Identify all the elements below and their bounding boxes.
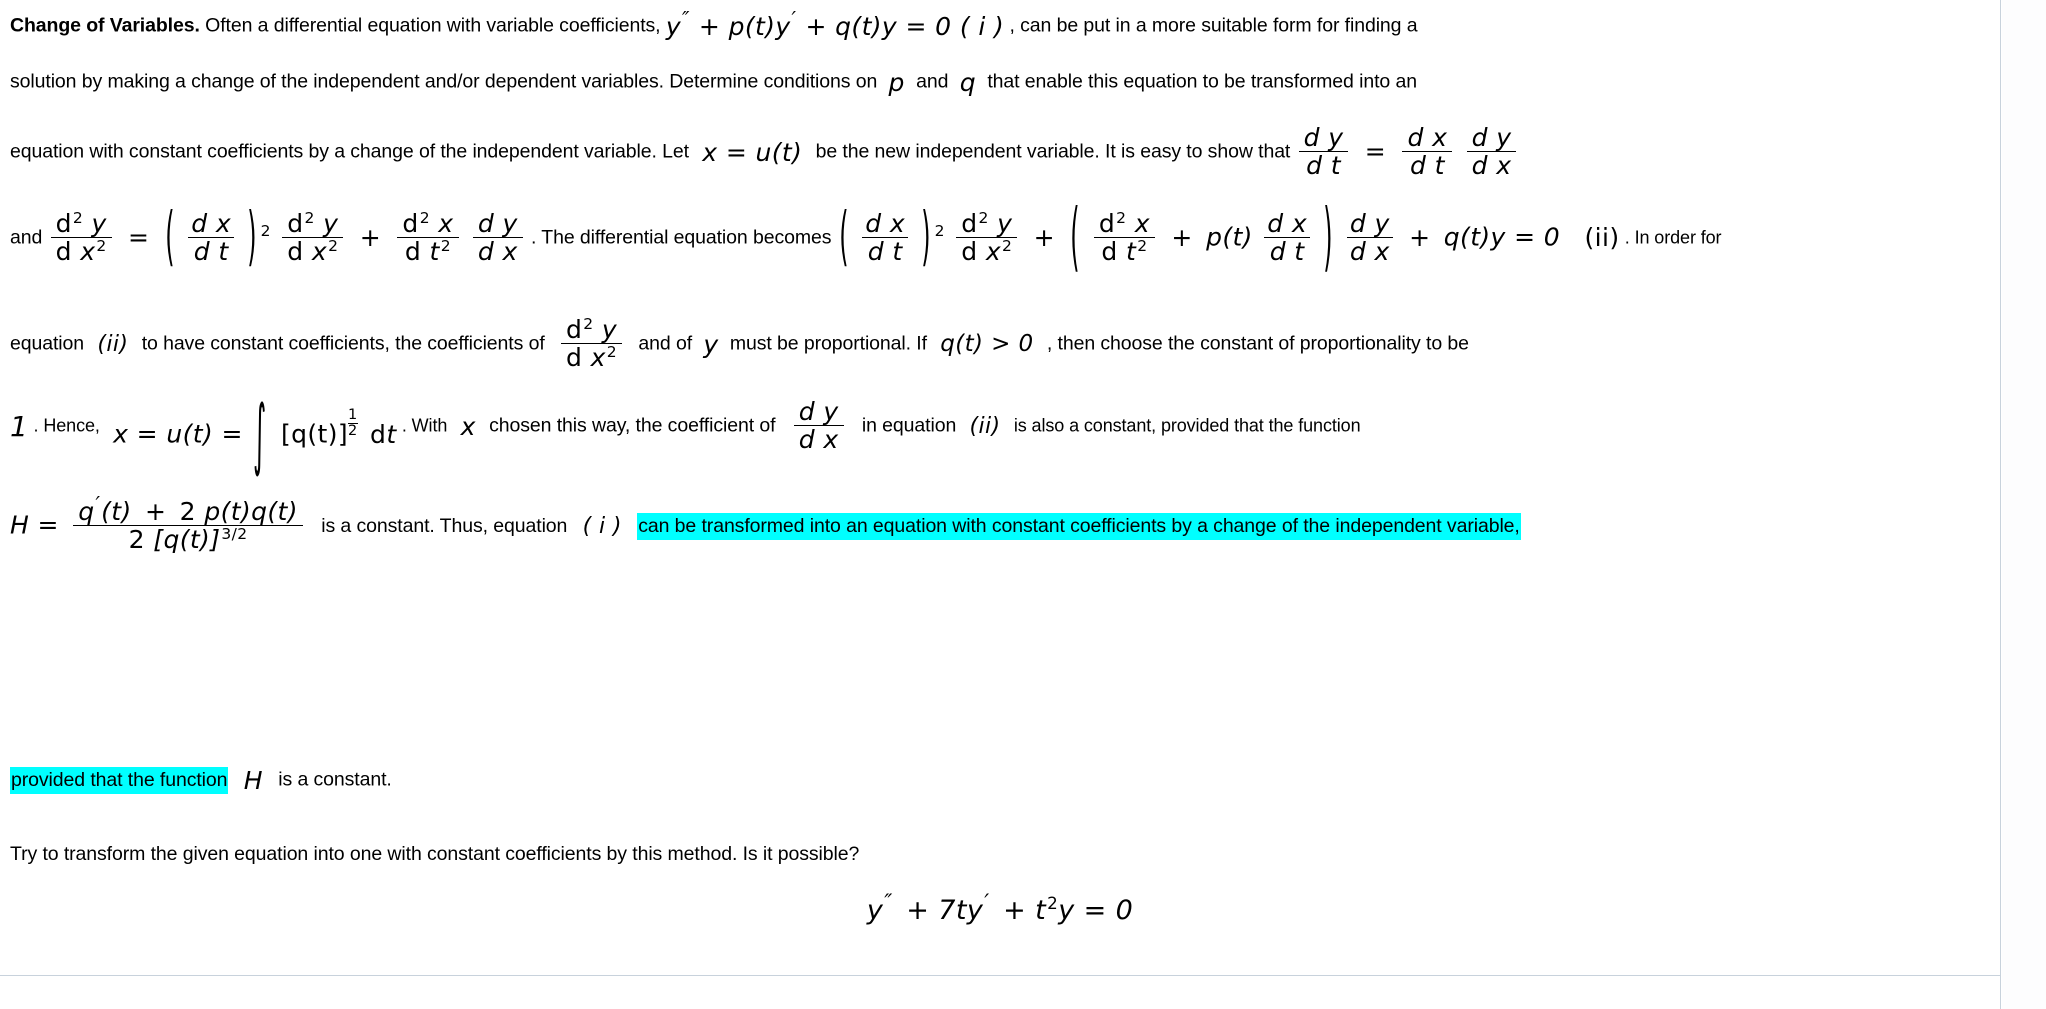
document-page: Change of Variables. Often a differentia… <box>0 0 2046 1009</box>
line2-text-a: solution by making a change of the indep… <box>10 70 878 93</box>
line6-text-c: in equation <box>861 414 957 437</box>
paragraph-line-5: equation (ii) to have constant coefficie… <box>10 316 1469 371</box>
fraction-dy-dt: d y d t <box>1298 125 1349 178</box>
equation-ii-full: ( d x d t ) 2 d2 y d x2 + ( d2 x d t2 + p… <box>838 192 1620 280</box>
equation-H-definition: H = q′(t) + 2 p(t)q(t) 2 [q(t)]3/2 <box>10 494 306 553</box>
paragraph-line-2: solution by making a change of the indep… <box>10 70 1417 95</box>
equation-i-inline: y″ + p(t)y′ + q(t)y = 0 ( i ) <box>665 6 1005 41</box>
line1-text-a: Often a differential equation with varia… <box>205 14 661 37</box>
line8-text-b: is a constant. <box>278 768 392 791</box>
fraction-dx-dt-squared: d x d t <box>188 211 235 264</box>
line6-text-d: is also a constant, provided that the fu… <box>1013 415 1361 436</box>
line5-text-d: must be proportional. If <box>729 332 927 355</box>
line4-text-mid: . The differential equation becomes <box>531 226 832 249</box>
reference-tag-ii: (ii) <box>97 331 129 357</box>
symbol-y-line5: y <box>703 330 719 359</box>
line5-text-c: and of <box>638 332 693 355</box>
fraction-d2y-dx2-line5: d2 y d x2 <box>558 316 625 371</box>
equation-x-equals-u-of-t: x = u(t) <box>702 138 803 167</box>
integral-icon: ∫ <box>253 388 267 479</box>
second-derivative-identity: d2 d yy d x2 = ( d x d t )2 d2 y d x2 + … <box>48 204 526 268</box>
final-equation-row: y″ + 7ty′ + t2y = 0 <box>0 890 2000 926</box>
line6-with: . With <box>401 415 448 436</box>
highlighted-answer-part-2: provided that the function <box>10 766 229 794</box>
line3-text-a: equation with constant coefficients by a… <box>10 140 689 163</box>
fraction-dy-dx: d y d x <box>1466 125 1517 178</box>
highlighted-answer-part-1: can be transformed into an equation with… <box>637 512 1521 540</box>
line3-text-b: be the new independent variable. It is e… <box>815 140 1291 163</box>
fraction-dx-dt-eq2: d x d t <box>1264 211 1311 264</box>
reference-tag-ii-line6: (ii) <box>969 413 1001 439</box>
line5-text-a: equation <box>10 332 85 355</box>
line2-text-b: that enable this equation to be transfor… <box>987 70 1417 93</box>
fraction-d2y-dx2-lhs: d2 d yy d x2 <box>50 210 112 264</box>
paragraph-line-9: Try to transform the given equation into… <box>10 843 860 865</box>
exponent-one-half: 12 <box>348 407 358 440</box>
paragraph-line-1: Change of Variables. Often a differentia… <box>10 6 1418 41</box>
fraction-d2x-dt2-eq2: d2 x d t2 <box>1093 210 1155 264</box>
equation-tag-ii: (ii) <box>1584 222 1620 252</box>
document-content: Change of Variables. Often a differentia… <box>0 0 2000 1009</box>
line7-text-b: is a constant. Thus, equation <box>321 514 568 537</box>
fraction-d2x-dt2: d2 x d t2 <box>397 210 459 264</box>
fraction-d2y-dx2-eq2: d2 y d x2 <box>956 210 1018 264</box>
bottom-strip <box>0 976 2000 1009</box>
scrollbar-gutter[interactable] <box>2000 0 2046 1009</box>
fraction-d2y-dx2-rhs: d2 y d x2 <box>282 210 344 264</box>
equation-x-equals-integral: x = u(t) = ∫ [q(t)] 1 2 dt <box>113 388 397 479</box>
line1-text-b: , can be put in a more suitable form for… <box>1009 14 1418 37</box>
fraction-H: q′(t) + 2 p(t)q(t) 2 [q(t)]3/2 <box>73 494 303 552</box>
paragraph-line-8: provided that the function H is a consta… <box>10 766 392 795</box>
chain-rule-equation: d y d t = d x d t d y d x <box>1296 125 1520 179</box>
line6-hence: . Hence, <box>33 415 100 436</box>
fraction-dx-dt: d x d t <box>1402 125 1453 178</box>
condition-q-positive: q(t) > 0 <box>940 331 1034 357</box>
paragraph-line-6: 1 . Hence, x = u(t) = ∫ [q(t)] 1 2 dt . Wi… <box>10 388 1361 479</box>
reference-tag-i: ( i ) <box>582 513 622 539</box>
paragraph-line-3: equation with constant coefficients by a… <box>10 125 1520 179</box>
line5-text-e: , then choose the constant of proportion… <box>1046 332 1469 355</box>
symbol-x-line6: x <box>460 412 476 441</box>
fraction-dy-dx-line6: d y d x <box>791 399 847 453</box>
fraction-dy-dx-2: d y d x <box>472 211 523 264</box>
symbol-p: p <box>888 68 905 97</box>
line5-text-b: to have constant coefficients, the coeff… <box>141 332 545 355</box>
paragraph-line-7: H = q′(t) + 2 p(t)q(t) 2 [q(t)]3/2 is a … <box>10 494 1521 553</box>
symbol-H-line8: H <box>243 766 263 795</box>
instruction-text: Try to transform the given equation into… <box>10 843 860 865</box>
line4-and: and <box>10 226 43 249</box>
scrollbar-track[interactable] <box>2002 0 2046 1009</box>
fraction-dx-dt-sq-2: d x d t <box>862 211 909 264</box>
symbol-q: q <box>959 68 977 97</box>
constant-value-one: 1 <box>10 409 29 443</box>
line2-and: and <box>916 70 949 93</box>
given-differential-equation: y″ + 7ty′ + t2y = 0 <box>866 890 1134 926</box>
line6-text-b: chosen this way, the coefficient of <box>489 414 776 437</box>
line4-text-end: . In order for <box>1624 227 1722 248</box>
paragraph-line-4: and d2 d yy d x2 = ( d x d t )2 d2 y d x… <box>10 192 1722 280</box>
fraction-dy-dx-eq2: d y d x <box>1346 211 1393 264</box>
heading-change-of-variables: Change of Variables. <box>10 14 200 37</box>
